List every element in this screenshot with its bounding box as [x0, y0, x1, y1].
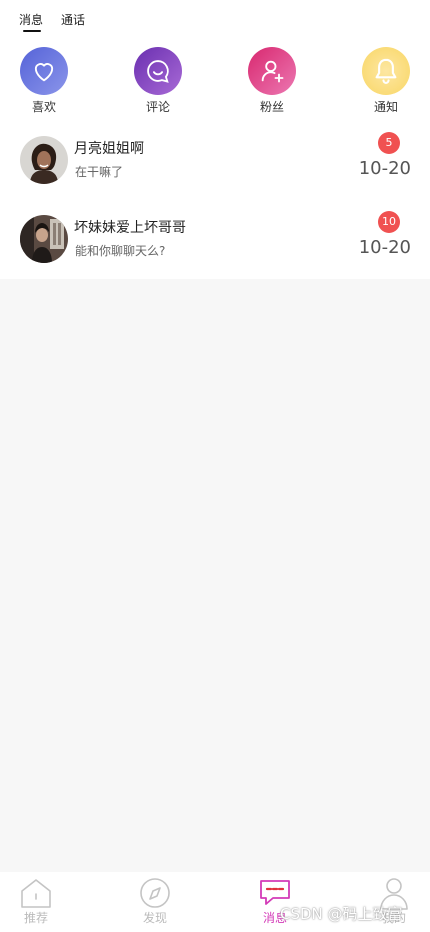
unread-badge: 10 — [378, 211, 400, 233]
compass-icon — [125, 876, 185, 910]
top-tabs: 消息 通话 — [19, 12, 85, 34]
tab-messages[interactable]: 消息 — [19, 12, 43, 34]
bell-icon — [362, 47, 410, 95]
message-preview: 能和你聊聊天么? — [75, 244, 166, 258]
add-user-icon — [248, 47, 296, 95]
tab-calls[interactable]: 通话 — [61, 12, 85, 34]
category-notice-label: 通知 — [373, 100, 398, 114]
avatar — [20, 215, 68, 263]
watermark: CSDN @码上致富 — [280, 905, 403, 923]
category-fans-label: 粉丝 — [259, 100, 284, 114]
category-like-label: 喜欢 — [31, 100, 56, 114]
heart-icon — [20, 47, 68, 95]
category-like[interactable]: 喜欢 — [16, 47, 72, 115]
message-date: 10-20 — [358, 158, 411, 179]
contact-name: 月亮姐姐啊 — [74, 141, 144, 157]
contact-name: 坏妹妹爱上坏哥哥 — [74, 220, 186, 236]
category-comment-label: 评论 — [145, 100, 170, 114]
avatar — [20, 136, 68, 184]
category-row: 喜欢 评论 粉丝 通知 — [0, 47, 430, 119]
message-date: 10-20 — [358, 237, 411, 258]
nav-recommend[interactable]: 推荐 — [6, 876, 66, 926]
category-comment[interactable]: 评论 — [130, 47, 186, 115]
unread-badge: 5 — [378, 132, 400, 154]
message-preview: 在干嘛了 — [75, 165, 124, 179]
nav-discover-label: 发现 — [142, 911, 167, 925]
top-panel: 消息 通话 喜欢 评论 粉丝 通知 月亮姐姐啊 在干嘛了 5 10-20 坏妹妹… — [0, 0, 430, 279]
comment-icon — [134, 47, 182, 95]
category-fans[interactable]: 粉丝 — [244, 47, 300, 115]
nav-recommend-label: 推荐 — [23, 911, 48, 925]
category-notice[interactable]: 通知 — [358, 47, 414, 115]
nav-discover[interactable]: 发现 — [125, 876, 185, 926]
home-icon — [6, 876, 66, 910]
message-item[interactable]: 月亮姐姐啊 在干嘛了 5 10-20 — [0, 130, 430, 190]
message-item[interactable]: 坏妹妹爱上坏哥哥 能和你聊聊天么? 10 10-20 — [0, 209, 430, 269]
